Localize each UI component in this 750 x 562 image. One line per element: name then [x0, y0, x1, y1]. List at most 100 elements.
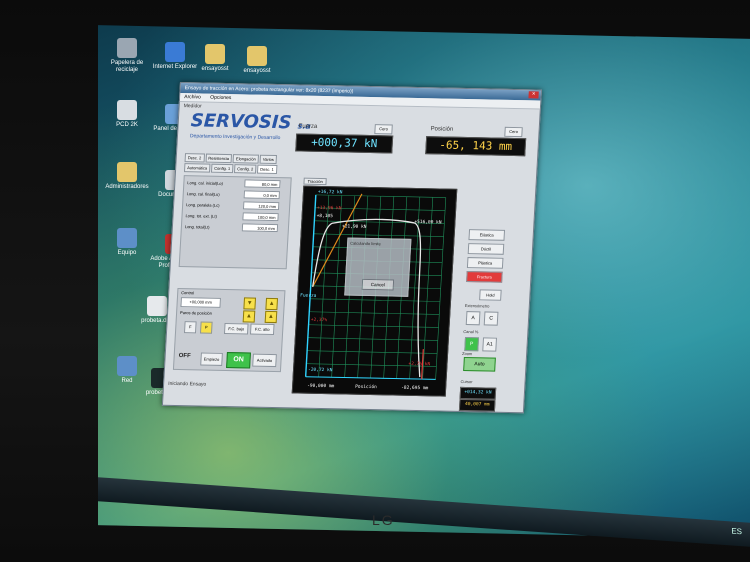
- hold-button[interactable]: Hold: [479, 289, 502, 301]
- dialog-cancel-button[interactable]: Cancel: [361, 278, 395, 291]
- zoom-auto-button[interactable]: Auto: [463, 357, 496, 372]
- fracture-label: +2,75 kN: [408, 361, 430, 367]
- computer-icon: [117, 228, 137, 248]
- fc-alto-button[interactable]: F.C. alto: [249, 323, 275, 336]
- desktop-icon-label: Equipo: [117, 250, 137, 256]
- extensometro-label: Extensómetro: [464, 303, 490, 309]
- tab-traccion[interactable]: Tracción: [303, 177, 327, 186]
- tab-desc-1[interactable]: Desc. 1: [257, 164, 278, 175]
- params-panel: Long. cal. inicial(Lo) 80,0 mm Long. cal.…: [178, 175, 292, 270]
- canal-p-button[interactable]: P: [464, 337, 480, 352]
- tab-resistencia[interactable]: Resistencia: [205, 153, 233, 164]
- off-label: OFF: [178, 353, 191, 360]
- cursor-label: Cursor: [460, 378, 473, 385]
- menu-item-opciones[interactable]: Opciones: [210, 95, 231, 101]
- ie-icon: [165, 42, 185, 62]
- force-position-plot: +16,72 kN -20,72 kN -90,000 mm -82,695 mm Po…: [291, 185, 458, 397]
- x-max-label: -82,695 mm: [401, 385, 429, 392]
- ext-a-button[interactable]: A: [465, 311, 481, 326]
- arrow-down-icon[interactable]: ▼: [243, 297, 257, 310]
- desktop-icon-label: Administradores: [105, 184, 149, 190]
- close-icon[interactable]: ×: [528, 91, 539, 99]
- tab-config-2[interactable]: Config. 2: [233, 164, 257, 174]
- status-text: Iniciando Ensayo: [167, 380, 207, 388]
- canal-label: Canal %: [463, 328, 479, 335]
- recycle-bin-icon: [117, 38, 137, 58]
- fc-bajo-button[interactable]: F.C. bajo: [223, 322, 249, 335]
- param-label: Long. cal. inicial(Lo): [187, 180, 224, 186]
- f-button[interactable]: F: [183, 321, 197, 334]
- param-row: Long. total(Lt) 100,0 mm: [182, 222, 288, 233]
- posicion-cero-button[interactable]: Cero: [504, 126, 523, 138]
- tab-config-1[interactable]: Config. 1: [210, 163, 234, 174]
- system-tray[interactable]: ES: [731, 526, 742, 536]
- param-value-input[interactable]: 100,0 mm: [242, 212, 279, 222]
- fuerza-display: +000,37 kN: [295, 133, 394, 154]
- param-row: Long. cal. final(Lu) 0,0 mm: [184, 189, 290, 200]
- app-icon: [117, 100, 137, 120]
- cursor-a-label: +8,105: [316, 213, 333, 219]
- param-value-input[interactable]: 0,0 mm: [243, 190, 281, 200]
- paros-label: Paros de posición: [179, 310, 213, 316]
- mode-ductil-button[interactable]: Dúctil: [467, 243, 505, 255]
- arrow-up-icon[interactable]: ▲: [265, 297, 279, 311]
- on-button[interactable]: ON: [226, 352, 251, 369]
- fuerza-label: Fuerza: [298, 123, 318, 130]
- param-value-input[interactable]: 120,0 mm: [242, 201, 280, 211]
- param-value-input[interactable]: 80,0 mm: [244, 179, 281, 189]
- activado-button[interactable]: Activado: [252, 353, 277, 368]
- cursor-force-display: +014,32 kN: [459, 386, 497, 400]
- desktop-icon-label: ensayosst: [243, 68, 271, 74]
- param-label: Long. total(Lt): [184, 224, 210, 230]
- tab-varios[interactable]: Varios: [259, 154, 278, 165]
- arrow-up-small-icon[interactable]: ▲: [264, 310, 278, 324]
- logo-main: SERVOSIS: [190, 110, 293, 134]
- cursor-c-label: +516,00 kN: [414, 219, 442, 226]
- ext-c-button[interactable]: C: [483, 311, 499, 326]
- low-mark-label: +2,37%: [311, 317, 328, 323]
- desktop-icon[interactable]: PCD 2K: [100, 100, 154, 129]
- cursor-b-label: +21,90 kN: [342, 223, 367, 230]
- tab-desc-2[interactable]: Desc. 2: [184, 153, 205, 163]
- logo-subtitle: Departamento Investigación y Desarrollo: [189, 133, 281, 142]
- fuerza-cero-button[interactable]: Cero: [374, 124, 393, 135]
- menu-item-archivo[interactable]: Archivo: [184, 94, 201, 100]
- desktop-icon[interactable]: Equipo: [100, 228, 154, 257]
- mode-plastica-button[interactable]: Plástica: [466, 257, 504, 269]
- param-row: Long. cal. inicial(Lo) 80,0 mm: [184, 178, 290, 189]
- cursor-position-display: 40,007 mm: [458, 398, 496, 412]
- empiezo-button[interactable]: Empiezo: [200, 352, 223, 366]
- desktop-icon[interactable]: Papelera de reciclaje: [100, 38, 154, 74]
- desktop-icon-label: Papelera de reciclaje: [110, 60, 144, 73]
- peak-label: +13,96 kN: [317, 205, 342, 212]
- canal-a1-button[interactable]: A1: [482, 337, 498, 352]
- folder-icon: [247, 46, 267, 66]
- p-button[interactable]: P: [199, 321, 213, 334]
- arrow-up-small-icon[interactable]: ▲: [242, 310, 256, 323]
- param-row: Long. tot. ext. (Lt) 100,0 mm: [182, 211, 288, 222]
- servosis-logo: SERVOSIS s.a: [190, 110, 311, 133]
- zoom-label: Zoom: [461, 350, 473, 357]
- tab-elongacion[interactable]: Elongación: [232, 154, 260, 164]
- param-value-input[interactable]: 100,0 mm: [241, 223, 279, 233]
- mode-fractura-button[interactable]: Fractura: [466, 271, 503, 283]
- velocidad-input[interactable]: +00,000 mm: [180, 297, 221, 308]
- desktop-icon-label: PCD 2K: [116, 122, 138, 128]
- document-icon: [147, 296, 167, 316]
- x-min-label: -90,000 mm: [307, 383, 335, 390]
- y-max-label: +16,72 kN: [318, 189, 343, 196]
- settings-tabs: Desc. 2 Resistencia Elongación Varios Automá…: [183, 153, 297, 175]
- desktop-icon[interactable]: Administradores: [100, 162, 154, 191]
- folder-icon: [117, 162, 137, 182]
- param-label: Long. tot. ext. (Lt): [185, 213, 218, 219]
- tab-automatica[interactable]: Automática: [183, 163, 211, 173]
- posicion-display: -65, 143 mm: [425, 136, 527, 157]
- dialog-title: Calculando límite: [350, 240, 381, 247]
- calculating-dialog: Calculando límite Cancel: [344, 237, 412, 297]
- folder-icon: [205, 44, 225, 64]
- app-window: Ensayo de tracción en Acero: probeta rec…: [161, 82, 542, 414]
- param-label: Long. cal. final(Lu): [186, 191, 220, 197]
- posicion-label: Posición: [430, 126, 454, 133]
- mode-elastica-button[interactable]: Elástica: [468, 229, 506, 241]
- desktop-icon[interactable]: ensayosst: [230, 46, 284, 75]
